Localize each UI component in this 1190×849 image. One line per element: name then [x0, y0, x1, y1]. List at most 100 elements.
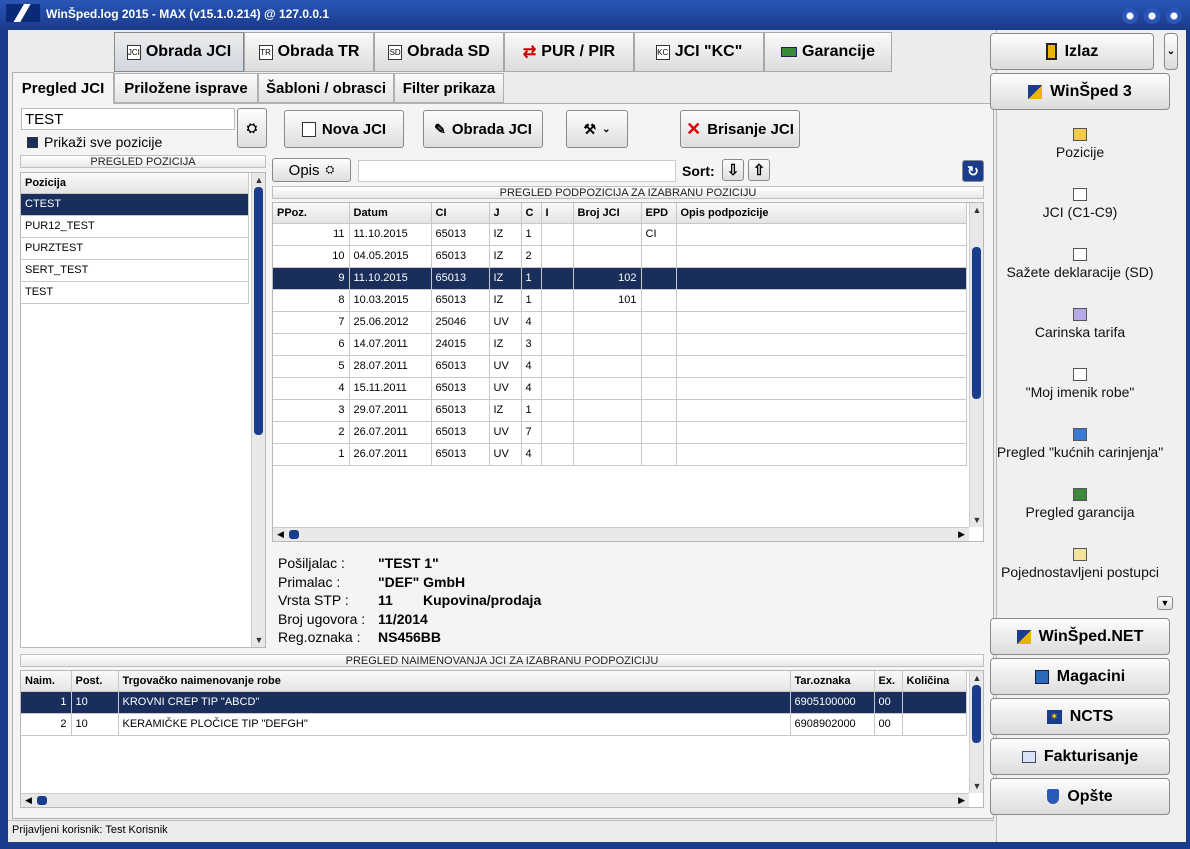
new-jci-button[interactable]: Nova JCI	[284, 110, 404, 148]
menu-kucna-carinjenja[interactable]: Pregled "kućnih carinjenja"	[992, 428, 1168, 460]
menu-label: Carinska tarifa	[1034, 324, 1126, 340]
column-header[interactable]: Količina	[902, 671, 967, 692]
column-header[interactable]: PPoz.	[273, 203, 350, 224]
menu-carinska-tarifa[interactable]: Carinska tarifa	[992, 308, 1168, 340]
subtab-prilozene-isprave[interactable]: Priložene isprave	[114, 73, 258, 103]
scroll-thumb[interactable]	[972, 247, 981, 399]
scroll-up-icon[interactable]: ▲	[253, 175, 265, 185]
ncts-button[interactable]: ✶ NCTS	[990, 698, 1170, 735]
tab-pur-pir[interactable]: ⇄ PUR / PIR	[504, 32, 634, 72]
sort-descending-button[interactable]: ⇩	[722, 159, 744, 181]
magacini-button[interactable]: Magacini	[990, 658, 1170, 695]
subposition-row[interactable]: 4 15.11.2011 65013 UV 4	[273, 377, 967, 400]
scroll-down-icon[interactable]: ▼	[971, 781, 983, 791]
subpositions-scrollbar[interactable]: ▲ ▼	[969, 203, 983, 527]
menu-jci-c1-c9[interactable]: JCI (C1-C9)	[992, 188, 1168, 220]
column-header[interactable]: Datum	[349, 203, 432, 224]
opste-button[interactable]: Opšte	[990, 778, 1170, 815]
minimize-button[interactable]	[1122, 8, 1138, 24]
subposition-row[interactable]: 7 25.06.2012 25046 UV 4	[273, 311, 967, 334]
close-button[interactable]	[1166, 8, 1182, 24]
scroll-left-icon[interactable]: ◀	[277, 529, 284, 540]
column-header[interactable]: CI	[431, 203, 490, 224]
scroll-up-icon[interactable]: ▲	[971, 673, 983, 683]
positions-scrollbar[interactable]: ▲ ▼	[251, 173, 265, 647]
column-header[interactable]: Tar.oznaka	[790, 671, 875, 692]
column-header[interactable]: Post.	[71, 671, 119, 692]
column-header[interactable]: Broj JCI	[573, 203, 642, 224]
subtab-sabloni[interactable]: Šabloni / obrasci	[258, 73, 394, 103]
fakturisanje-button[interactable]: Fakturisanje	[990, 738, 1170, 775]
winsped-net-button[interactable]: WinŠped.NET	[990, 618, 1170, 655]
position-row[interactable]: SERT_TEST	[21, 259, 249, 282]
scroll-right-icon[interactable]: ▶	[958, 529, 965, 540]
column-header[interactable]: I	[541, 203, 574, 224]
sort-ascending-button[interactable]: ⇧	[748, 159, 770, 181]
filter-apply-button[interactable]: ⛭	[237, 108, 267, 148]
tab-obrada-jci[interactable]: JCI Obrada JCI	[114, 32, 244, 72]
subposition-row[interactable]: 6 14.07.2011 24015 IZ 3	[273, 333, 967, 356]
description-filter-button[interactable]: Opis ⛭	[272, 158, 351, 182]
menu-scroll-down-button[interactable]: ▼	[1157, 596, 1173, 610]
tab-obrada-sd[interactable]: SD Obrada SD	[374, 32, 504, 72]
column-header[interactable]: Naim.	[21, 671, 72, 692]
process-jci-button[interactable]: ✎ Obrada JCI	[423, 110, 543, 148]
winsped3-button[interactable]: WinŠped 3	[990, 73, 1170, 110]
menu-pozicije[interactable]: Pozicije	[992, 128, 1168, 160]
delete-jci-button[interactable]: ✕ Brisanje JCI	[680, 110, 800, 148]
scroll-right-icon[interactable]: ▶	[958, 795, 965, 806]
position-filter-input[interactable]	[21, 108, 235, 130]
subposition-row[interactable]: 3 29.07.2011 65013 IZ 1	[273, 399, 967, 422]
item-row[interactable]: 2 10 KERAMIČKE PLOČICE TIP "DEFGH" 69089020…	[21, 713, 967, 736]
item-row[interactable]: 1 10 KROVNI CREP TIP "ABCD" 6905100000 00	[21, 691, 967, 714]
tab-garancije[interactable]: Garancije	[764, 32, 892, 72]
maximize-button[interactable]	[1144, 8, 1160, 24]
subposition-cell: 65013	[431, 377, 490, 400]
description-search-input[interactable]	[358, 160, 676, 182]
position-row[interactable]: PUR12_TEST	[21, 215, 249, 238]
menu-sazete-deklaracije[interactable]: Sažete deklaracije (SD)	[992, 248, 1168, 280]
tools-dropdown-button[interactable]: ⚒ ⌄	[566, 110, 628, 148]
position-row[interactable]: TEST	[21, 281, 249, 304]
position-row[interactable]: CTEST	[21, 193, 249, 216]
scroll-left-icon[interactable]: ◀	[25, 795, 32, 806]
detail-row-recipient: Primalac : "DEF" GmbH	[278, 573, 778, 591]
subposition-row[interactable]: 1 26.07.2011 65013 UV 4	[273, 443, 967, 466]
scroll-thumb[interactable]	[972, 685, 981, 743]
exit-button[interactable]: Izlaz	[990, 33, 1154, 70]
subpositions-hscrollbar[interactable]: ◀ ▶	[273, 527, 969, 541]
items-hscrollbar[interactable]: ◀ ▶	[21, 793, 969, 807]
scroll-up-icon[interactable]: ▲	[971, 205, 983, 215]
subposition-row[interactable]: 8 10.03.2015 65013 IZ 1 101	[273, 289, 967, 312]
subposition-row[interactable]: 9 11.10.2015 65013 IZ 1 102	[273, 267, 967, 290]
menu-pregled-garancija[interactable]: Pregled garancija	[992, 488, 1168, 520]
menu-label: Pozicije	[1055, 144, 1105, 160]
scroll-thumb[interactable]	[289, 530, 299, 539]
subposition-row[interactable]: 5 28.07.2011 65013 UV 4	[273, 355, 967, 378]
scroll-down-icon[interactable]: ▼	[253, 635, 265, 645]
items-scrollbar[interactable]: ▲ ▼	[969, 671, 983, 793]
subposition-row[interactable]: 10 04.05.2015 65013 IZ 2	[273, 245, 967, 268]
tab-jci-kc[interactable]: KC JCI "KC"	[634, 32, 764, 72]
subposition-row[interactable]: 11 11.10.2015 65013 IZ 1 CI	[273, 223, 967, 246]
column-header[interactable]: Opis podpozicije	[676, 203, 967, 224]
scroll-down-icon[interactable]: ▼	[971, 515, 983, 525]
column-header[interactable]: EPD	[641, 203, 677, 224]
tab-obrada-tr[interactable]: TR Obrada TR	[244, 32, 374, 72]
column-header[interactable]: J	[489, 203, 522, 224]
subtab-pregled-jci[interactable]: Pregled JCI	[12, 72, 114, 104]
subtab-filter-prikaza[interactable]: Filter prikaza	[394, 73, 504, 103]
position-row[interactable]: PURZTEST	[21, 237, 249, 260]
exit-dropdown-button[interactable]: ⌄	[1164, 33, 1178, 70]
column-header[interactable]: Ex.	[874, 671, 903, 692]
scroll-thumb[interactable]	[37, 796, 47, 805]
column-header[interactable]: C	[521, 203, 542, 224]
subposition-cell	[541, 333, 574, 356]
menu-moj-imenik-robe[interactable]: "Moj imenik robe"	[992, 368, 1168, 400]
show-all-checkbox[interactable]	[27, 137, 38, 148]
menu-pojednostavljeni-postupci[interactable]: Pojednostavljeni postupci	[992, 548, 1168, 580]
scroll-thumb[interactable]	[254, 187, 263, 435]
column-header[interactable]: Trgovačko naimenovanje robe	[118, 671, 791, 692]
refresh-button[interactable]: ↻	[962, 160, 984, 182]
subposition-row[interactable]: 2 26.07.2011 65013 UV 7	[273, 421, 967, 444]
